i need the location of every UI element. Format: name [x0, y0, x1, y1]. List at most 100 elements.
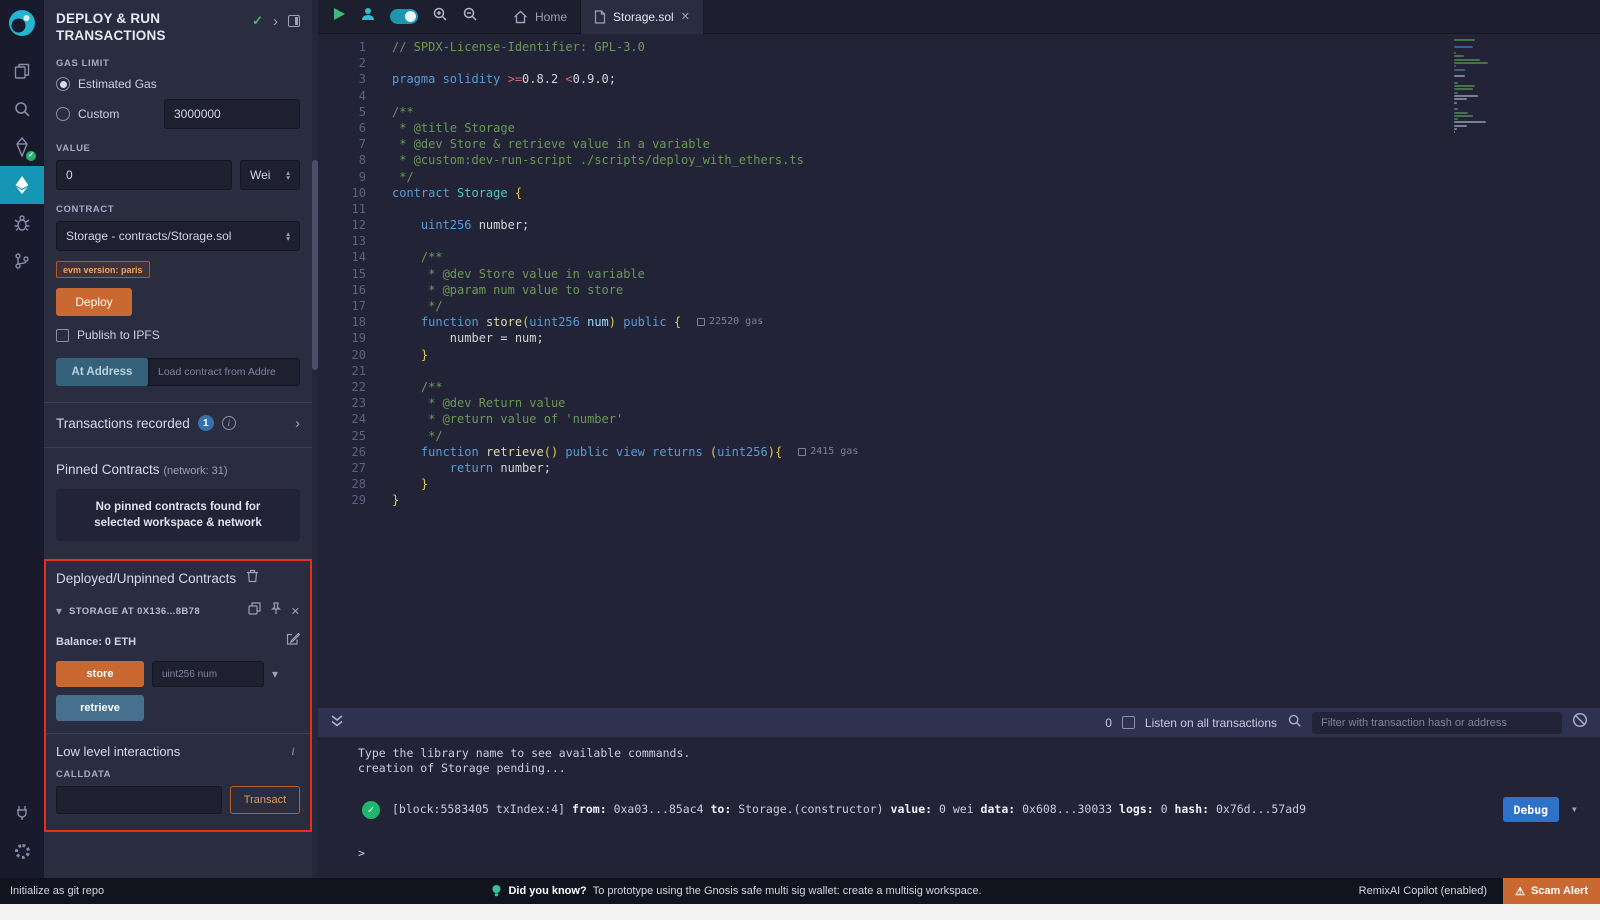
pin-contract-icon[interactable] — [270, 602, 282, 620]
code-line[interactable]: 18 function store(uint256 num) public {2… — [318, 314, 1600, 330]
code-line[interactable]: 28 } — [318, 476, 1600, 492]
store-argument-input[interactable] — [152, 661, 264, 687]
terminal-output[interactable]: Type the library name to see available c… — [318, 737, 1600, 878]
window-bottom-edge — [0, 904, 1600, 920]
git-init-button[interactable]: Initialize as git repo — [10, 885, 104, 897]
low-level-info-icon[interactable]: i — [286, 745, 300, 759]
code-line[interactable]: 10contract Storage { — [318, 185, 1600, 201]
bug-icon — [13, 214, 31, 232]
minimap[interactable] — [1454, 39, 1512, 135]
chevron-down-icon[interactable]: ▾ — [56, 605, 62, 617]
code-line[interactable]: 13 — [318, 233, 1600, 249]
code-line[interactable]: 26 function retrieve() public view retur… — [318, 444, 1600, 460]
expand-store-chevron-icon[interactable]: ▾ — [272, 668, 278, 680]
listen-all-checkbox[interactable] — [1122, 716, 1135, 729]
sidebar-item-search[interactable] — [0, 90, 44, 128]
code-line[interactable]: 3pragma solidity >=0.8.2 <0.9.0; — [318, 71, 1600, 87]
publish-ipfs-checkbox[interactable] — [56, 329, 69, 342]
value-unit-select[interactable]: Wei ▴▾ — [240, 160, 300, 190]
code-line[interactable]: 7 * @dev Store & retrieve value in a var… — [318, 136, 1600, 152]
code-line[interactable]: 25 */ — [318, 428, 1600, 444]
copilot-toggle[interactable] — [390, 9, 418, 24]
transactions-recorded-label: Transactions recorded — [56, 416, 190, 431]
custom-gas-radio[interactable] — [56, 107, 70, 121]
tx-log-row[interactable]: ✓ [block:5583405 txIndex:4] from: 0xa03.… — [358, 797, 1584, 822]
panel-scrollbar-thumb[interactable] — [312, 160, 318, 370]
deploy-button[interactable]: Deploy — [56, 288, 132, 316]
info-icon[interactable]: i — [222, 416, 236, 430]
debug-button[interactable]: Debug — [1503, 797, 1559, 822]
sidebar-item-settings[interactable] — [0, 832, 44, 870]
deployed-contract-row[interactable]: ▾ STORAGE AT 0X136...8B78 ✕ — [56, 602, 300, 620]
sidebar-item-solidity-compiler[interactable]: ✓ — [0, 128, 44, 166]
code-line[interactable]: 4 — [318, 88, 1600, 104]
forward-chevron-icon[interactable]: › — [273, 14, 278, 29]
at-address-input[interactable] — [148, 358, 300, 386]
code-line[interactable]: 11 — [318, 201, 1600, 217]
terminal-filter-input[interactable] — [1312, 712, 1562, 734]
code-line[interactable]: 1// SPDX-License-Identifier: GPL-3.0 — [318, 39, 1600, 55]
pinned-contracts-title: Pinned Contracts (network: 31) — [56, 462, 300, 477]
code-line[interactable]: 2 — [318, 55, 1600, 71]
expand-terminal-icon[interactable] — [330, 714, 344, 732]
contract-selected: Storage - contracts/Storage.sol — [66, 229, 280, 243]
contract-select[interactable]: Storage - contracts/Storage.sol ▴▾ — [56, 221, 300, 251]
code-line[interactable]: 23 * @dev Return value — [318, 395, 1600, 411]
code-line[interactable]: 5/** — [318, 104, 1600, 120]
store-function-button[interactable]: store — [56, 661, 144, 687]
copy-address-icon[interactable] — [248, 602, 261, 620]
zoom-in-icon[interactable] — [432, 6, 448, 27]
code-line[interactable]: 19 number = num; — [318, 330, 1600, 346]
code-line[interactable]: 29} — [318, 492, 1600, 508]
trash-icon[interactable] — [246, 569, 259, 588]
code-line[interactable]: 20 } — [318, 347, 1600, 363]
scam-alert-button[interactable]: ⚠ Scam Alert — [1503, 878, 1600, 904]
pinned-empty-message: No pinned contracts found for selected w… — [56, 489, 300, 541]
remixai-assistant-icon[interactable] — [360, 6, 376, 27]
code-line[interactable]: 14 /** — [318, 249, 1600, 265]
code-line[interactable]: 9 */ — [318, 169, 1600, 185]
transact-button[interactable]: Transact — [230, 786, 300, 814]
sidebar-item-source-control[interactable] — [0, 242, 44, 280]
pinned-empty-line1: No pinned contracts found for — [64, 499, 292, 515]
sidebar-item-deploy-run[interactable] — [0, 166, 44, 204]
value-input[interactable] — [56, 160, 232, 190]
code-line[interactable]: 17 */ — [318, 298, 1600, 314]
clear-console-icon[interactable] — [1572, 712, 1588, 733]
tab-home[interactable]: Home — [500, 0, 581, 34]
at-address-button[interactable]: At Address — [56, 358, 148, 386]
terminal-search-icon[interactable] — [1287, 713, 1302, 733]
code-line[interactable]: 22 /** — [318, 379, 1600, 395]
custom-gas-input[interactable] — [164, 99, 300, 129]
code-line[interactable]: 12 uint256 number; — [318, 217, 1600, 233]
code-editor[interactable]: 1// SPDX-License-Identifier: GPL-3.023pr… — [318, 34, 1600, 708]
code-line[interactable]: 24 * @return value of 'number' — [318, 411, 1600, 427]
terminal-toolbar: 0 Listen on all transactions — [318, 708, 1600, 737]
remove-contract-icon[interactable]: ✕ — [291, 605, 300, 618]
code-line[interactable]: 6 * @title Storage — [318, 120, 1600, 136]
run-script-icon[interactable] — [332, 7, 346, 26]
deployed-contract-label: STORAGE AT 0X136...8B78 — [69, 606, 200, 617]
code-line[interactable]: 15 * @dev Store value in variable — [318, 266, 1600, 282]
expand-tx-chevron-icon[interactable]: ▾ — [1571, 802, 1578, 817]
pin-panel-icon[interactable] — [288, 15, 300, 27]
code-line[interactable]: 27 return number; — [318, 460, 1600, 476]
stepper-arrows-icon: ▴▾ — [286, 170, 290, 181]
sidebar-item-plugin-manager[interactable] — [0, 794, 44, 832]
remix-logo-icon[interactable] — [7, 8, 37, 38]
expand-transactions-chevron-icon[interactable]: › — [295, 416, 300, 431]
copilot-status[interactable]: RemixAI Copilot (enabled) — [1359, 885, 1487, 897]
sidebar-item-file-explorer[interactable] — [0, 52, 44, 90]
zoom-out-icon[interactable] — [462, 6, 478, 27]
estimated-gas-radio[interactable] — [56, 77, 70, 91]
code-line[interactable]: 16 * @param num value to store — [318, 282, 1600, 298]
terminal-prompt[interactable]: > — [358, 846, 1584, 861]
sidebar-item-debugger[interactable] — [0, 204, 44, 242]
close-tab-icon[interactable]: ✕ — [681, 10, 690, 23]
tab-storage-sol[interactable]: Storage.sol ✕ — [581, 0, 704, 34]
retrieve-function-button[interactable]: retrieve — [56, 695, 144, 721]
code-line[interactable]: 21 — [318, 363, 1600, 379]
code-line[interactable]: 8 * @custom:dev-run-script ./scripts/dep… — [318, 152, 1600, 168]
edit-balance-icon[interactable] — [286, 632, 300, 651]
calldata-input[interactable] — [56, 786, 222, 814]
